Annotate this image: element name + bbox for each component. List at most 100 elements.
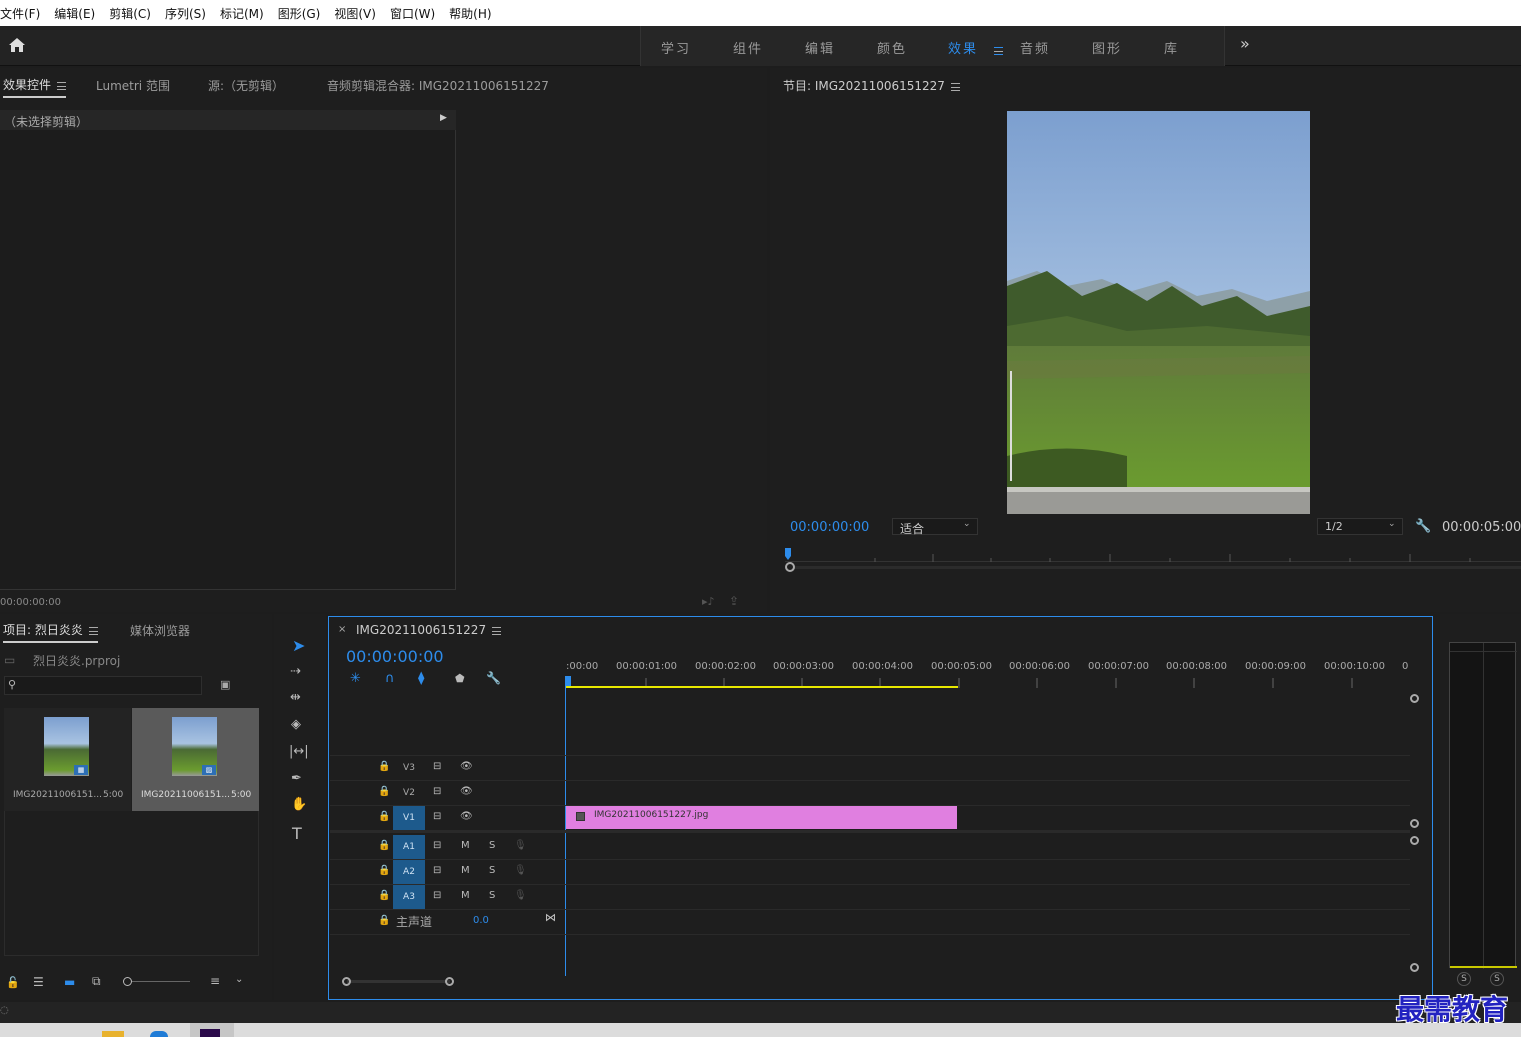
program-monitor-title[interactable]: 节目: IMG20211006151227 [783,77,960,94]
track-target-v2[interactable]: V2 [393,781,425,805]
track-target-a1[interactable]: A1 [393,835,425,859]
workspace-graphics[interactable]: 图形 [1092,38,1122,57]
expand-arrow-icon[interactable]: ▶ [440,113,447,123]
microphone-icon[interactable]: 🎙 [514,865,527,876]
workspace-libraries[interactable]: 库 [1164,38,1179,57]
more-workspaces-icon[interactable]: » [1240,34,1252,53]
add-marker-icon[interactable]: ⬟ [455,672,465,685]
timeline-tab[interactable]: IMG20211006151227 [356,623,502,637]
project-menu-icon[interactable] [88,626,98,635]
program-menu-icon[interactable] [950,82,960,91]
tab-lumetri-scopes[interactable]: Lumetri 范围 [96,77,170,94]
hand-tool-icon[interactable]: ✋ [291,797,307,812]
browser-icon[interactable] [150,1031,168,1037]
program-zoom-bar[interactable] [790,566,1521,569]
snap-icon[interactable]: ∩ [385,671,395,686]
menu-marker[interactable]: 标记(M) [220,5,264,22]
workspace-assembly[interactable]: 组件 [733,38,763,57]
menu-sequence[interactable]: 序列(S) [165,5,206,22]
program-mini-ruler[interactable] [785,546,1521,562]
eye-icon[interactable]: 👁 [460,761,473,772]
mute-button[interactable]: M [461,840,470,851]
tab-source[interactable]: 源:（无剪辑） [208,77,284,94]
lock-icon[interactable]: 🔒 [378,786,390,797]
microphone-icon[interactable]: 🎙 [514,890,527,901]
tab-audio-clip-mixer[interactable]: 音频剪辑混合器: IMG20211006151227 [327,77,549,94]
project-item-selected[interactable]: ▨ IMG20211006151... 5:00 [132,708,259,811]
workspace-effects[interactable]: 效果 [948,38,978,57]
play-audio-icon[interactable]: ▸♪ [702,595,715,608]
lock-icon[interactable]: 🔓 [6,976,20,989]
menu-edit[interactable]: 编辑(E) [54,5,95,22]
tab-project[interactable]: 项目: 烈日炎炎 [3,621,98,643]
program-timecode[interactable]: 00:00:00:00 [790,520,869,535]
timeline-ruler[interactable] [566,675,1409,688]
program-preview-image[interactable] [1007,111,1310,514]
menu-file[interactable]: 文件(F) [0,5,40,22]
sync-lock-icon[interactable]: ⊟ [433,840,441,851]
lock-icon[interactable]: 🔒 [378,811,390,822]
project-item[interactable]: ▦ IMG20211006151... 5:00 [4,708,131,811]
lock-icon[interactable]: 🔒 [378,915,390,926]
lock-icon[interactable]: 🔒 [378,890,390,901]
menu-graphics[interactable]: 图形(G) [278,5,321,22]
workspace-learn[interactable]: 学习 [661,38,691,57]
panel-menu-icon[interactable] [57,81,67,90]
ripple-edit-tool-icon[interactable]: ⇹ [290,690,301,705]
track-target-v1[interactable]: V1 [393,806,425,830]
home-icon[interactable] [8,36,26,57]
chevron-down-icon[interactable]: ⌄ [235,974,243,985]
scroll-handle[interactable] [445,977,454,986]
sync-lock-icon[interactable]: ⊟ [433,761,441,772]
solo-button[interactable]: S [489,890,495,901]
sort-icon[interactable]: ≡ [210,974,220,988]
selection-tool-icon[interactable]: ➤ [292,636,305,655]
workspace-color[interactable]: 颜色 [877,38,907,57]
wrench-icon[interactable]: 🔧 [1415,519,1431,534]
fit-select[interactable]: 适合 ⌄ [892,518,978,536]
workspace-audio[interactable]: 音频 [1020,38,1050,57]
lock-icon[interactable]: 🔒 [378,865,390,876]
go-to-end-icon[interactable]: ⋈ [545,911,556,924]
eye-icon[interactable]: 👁 [460,786,473,797]
tab-effect-controls[interactable]: 效果控件 [3,76,67,98]
solo-right-button[interactable]: S [1490,972,1504,986]
timeline-timecode[interactable]: 00:00:00:00 [346,647,444,666]
workspace-editing[interactable]: 编辑 [805,38,835,57]
sync-lock-icon[interactable]: ⊟ [433,786,441,797]
playhead-handle[interactable] [565,676,571,686]
close-tab-icon[interactable]: × [338,624,346,635]
menu-help[interactable]: 帮助(H) [449,5,491,22]
timeline-menu-icon[interactable] [492,626,502,635]
mute-button[interactable]: M [461,890,470,901]
type-tool-icon[interactable]: T [292,824,302,843]
slip-tool-icon[interactable]: |↔| [289,744,309,759]
track-target-a2[interactable]: A2 [393,860,425,884]
solo-left-button[interactable]: S [1457,972,1471,986]
menu-clip[interactable]: 剪辑(C) [109,5,151,22]
scroll-handle[interactable] [342,977,351,986]
master-volume-value[interactable]: 0.0 [473,915,489,926]
solo-button[interactable]: S [489,840,495,851]
track-select-tool-icon[interactable]: ⇢ [290,664,301,679]
mute-button[interactable]: M [461,865,470,876]
scroll-handle[interactable] [1410,963,1419,972]
export-frame-icon[interactable]: ⇪ [729,594,739,608]
tab-media-browser[interactable]: 媒体浏览器 [130,622,190,639]
menu-window[interactable]: 窗口(W) [390,5,435,22]
nest-icon[interactable]: ✳ [350,671,361,686]
icon-view-icon[interactable]: ▬ [64,975,75,989]
scroll-handle[interactable] [1410,819,1419,828]
timeline-settings-icon[interactable]: 🔧 [486,671,501,685]
zoom-handle[interactable] [785,562,795,572]
freeform-view-icon[interactable]: ⧉ [92,974,101,989]
pen-tool-icon[interactable]: ✒ [291,771,302,786]
sync-lock-icon[interactable]: ⊟ [433,890,441,901]
scroll-handle[interactable] [1410,694,1419,703]
new-bin-icon[interactable]: ▣ [220,678,230,691]
list-view-icon[interactable]: ☰ [33,975,44,989]
sync-lock-icon[interactable]: ⊟ [433,811,441,822]
zoom-slider-track[interactable] [132,981,190,982]
file-explorer-icon[interactable] [102,1031,124,1037]
eye-icon[interactable]: 👁 [460,811,473,822]
